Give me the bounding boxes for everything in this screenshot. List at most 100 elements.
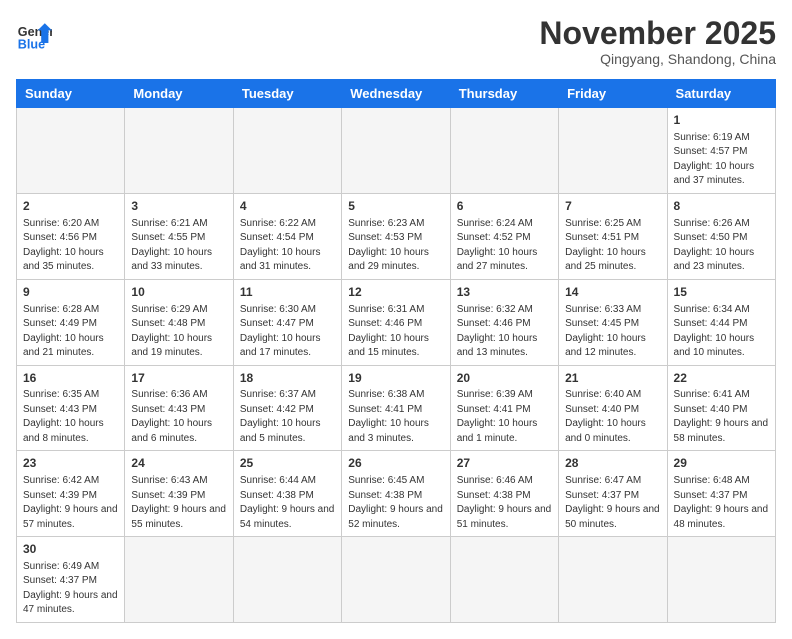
calendar-cell [450, 537, 558, 623]
day-number: 28 [565, 455, 660, 472]
calendar-cell: 29 Sunrise: 6:48 AM Sunset: 4:37 PM Dayli… [667, 451, 775, 537]
calendar-cell [17, 108, 125, 194]
calendar-cell [233, 108, 341, 194]
calendar-cell: 8Sunrise: 6:26 AM Sunset: 4:50 PM Daylig… [667, 193, 775, 279]
day-info: Sunrise: 6:38 AM Sunset: 4:41 PM Dayligh… [348, 388, 443, 446]
day-info: Sunrise: 6:37 AM Sunset: 4:42 PM Dayligh… [240, 388, 335, 446]
day-number: 7 [565, 198, 660, 215]
calendar-cell: 9Sunrise: 6:28 AM Sunset: 4:49 PM Daylig… [17, 279, 125, 365]
calendar-week-5: 23 Sunrise: 6:42 AM Sunset: 4:39 PM Dayli… [17, 451, 776, 537]
calendar-week-3: 9Sunrise: 6:28 AM Sunset: 4:49 PM Daylig… [17, 279, 776, 365]
day-number: 6 [457, 198, 552, 215]
day-number: 16 [23, 370, 118, 387]
day-info: Sunrise: 6:35 AM Sunset: 4:43 PM Dayligh… [23, 388, 118, 446]
calendar-cell: 16Sunrise: 6:35 AM Sunset: 4:43 PM Dayli… [17, 365, 125, 451]
calendar-cell: 7Sunrise: 6:25 AM Sunset: 4:51 PM Daylig… [559, 193, 667, 279]
calendar-cell [233, 537, 341, 623]
month-title: November 2025 [539, 16, 776, 51]
calendar-cell: 13 Sunrise: 6:32 AM Sunset: 4:46 PM Dayli… [450, 279, 558, 365]
day-number: 13 [457, 284, 552, 301]
day-info: Sunrise: 6:30 AM Sunset: 4:47 PM Dayligh… [240, 303, 335, 361]
day-info: Sunrise: 6:23 AM Sunset: 4:53 PM Dayligh… [348, 217, 443, 275]
day-number: 18 [240, 370, 335, 387]
page-header: General Blue November 2025 Qingyang, Sha… [16, 16, 776, 67]
day-number: 26 [348, 455, 443, 472]
weekday-header-thursday: Thursday [450, 80, 558, 108]
day-info: Sunrise: 6:34 AM Sunset: 4:44 PM Dayligh… [674, 303, 769, 361]
calendar-cell: 6 Sunrise: 6:24 AM Sunset: 4:52 PM Daylig… [450, 193, 558, 279]
calendar-cell: 26 Sunrise: 6:45 AM Sunset: 4:38 PM Dayli… [342, 451, 450, 537]
calendar-cell [125, 108, 233, 194]
day-number: 24 [131, 455, 226, 472]
weekday-header-saturday: Saturday [667, 80, 775, 108]
day-info: Sunrise: 6:47 AM Sunset: 4:37 PM Dayligh… [565, 474, 660, 532]
calendar-week-4: 16Sunrise: 6:35 AM Sunset: 4:43 PM Dayli… [17, 365, 776, 451]
day-number: 14 [565, 284, 660, 301]
day-number: 17 [131, 370, 226, 387]
weekday-header-monday: Monday [125, 80, 233, 108]
calendar-table: SundayMondayTuesdayWednesdayThursdayFrid… [16, 79, 776, 623]
calendar-cell: 27Sunrise: 6:46 AM Sunset: 4:38 PM Dayli… [450, 451, 558, 537]
calendar-cell: 23 Sunrise: 6:42 AM Sunset: 4:39 PM Dayli… [17, 451, 125, 537]
day-info: Sunrise: 6:49 AM Sunset: 4:37 PM Dayligh… [23, 560, 118, 618]
calendar-cell [342, 108, 450, 194]
day-number: 23 [23, 455, 118, 472]
weekday-header-tuesday: Tuesday [233, 80, 341, 108]
day-number: 20 [457, 370, 552, 387]
day-number: 27 [457, 455, 552, 472]
day-info: Sunrise: 6:42 AM Sunset: 4:39 PM Dayligh… [23, 474, 118, 532]
calendar-cell: 14 Sunrise: 6:33 AM Sunset: 4:45 PM Dayli… [559, 279, 667, 365]
calendar-cell: 19Sunrise: 6:38 AM Sunset: 4:41 PM Dayli… [342, 365, 450, 451]
calendar-cell: 1 Sunrise: 6:19 AM Sunset: 4:57 PM Daylig… [667, 108, 775, 194]
day-number: 19 [348, 370, 443, 387]
calendar-cell [450, 108, 558, 194]
day-info: Sunrise: 6:36 AM Sunset: 4:43 PM Dayligh… [131, 388, 226, 446]
day-number: 12 [348, 284, 443, 301]
day-info: Sunrise: 6:44 AM Sunset: 4:38 PM Dayligh… [240, 474, 335, 532]
day-number: 3 [131, 198, 226, 215]
calendar-cell: 30Sunrise: 6:49 AM Sunset: 4:37 PM Dayli… [17, 537, 125, 623]
weekday-header-sunday: Sunday [17, 80, 125, 108]
day-number: 8 [674, 198, 769, 215]
calendar-cell: 4 Sunrise: 6:22 AM Sunset: 4:54 PM Daylig… [233, 193, 341, 279]
calendar-cell [559, 537, 667, 623]
day-info: Sunrise: 6:32 AM Sunset: 4:46 PM Dayligh… [457, 303, 552, 361]
day-info: Sunrise: 6:48 AM Sunset: 4:37 PM Dayligh… [674, 474, 769, 532]
day-info: Sunrise: 6:33 AM Sunset: 4:45 PM Dayligh… [565, 303, 660, 361]
calendar-week-1: 1 Sunrise: 6:19 AM Sunset: 4:57 PM Daylig… [17, 108, 776, 194]
weekday-header-wednesday: Wednesday [342, 80, 450, 108]
weekday-header-friday: Friday [559, 80, 667, 108]
calendar-cell [125, 537, 233, 623]
title-block: November 2025 Qingyang, Shandong, China [539, 16, 776, 67]
day-number: 11 [240, 284, 335, 301]
calendar-cell: 20Sunrise: 6:39 AM Sunset: 4:41 PM Dayli… [450, 365, 558, 451]
calendar-cell: 18Sunrise: 6:37 AM Sunset: 4:42 PM Dayli… [233, 365, 341, 451]
calendar-cell: 17Sunrise: 6:36 AM Sunset: 4:43 PM Dayli… [125, 365, 233, 451]
calendar-cell: 12Sunrise: 6:31 AM Sunset: 4:46 PM Dayli… [342, 279, 450, 365]
calendar-week-2: 2Sunrise: 6:20 AM Sunset: 4:56 PM Daylig… [17, 193, 776, 279]
day-info: Sunrise: 6:22 AM Sunset: 4:54 PM Dayligh… [240, 217, 335, 275]
day-number: 1 [674, 112, 769, 129]
day-number: 22 [674, 370, 769, 387]
day-info: Sunrise: 6:40 AM Sunset: 4:40 PM Dayligh… [565, 388, 660, 446]
day-number: 29 [674, 455, 769, 472]
day-info: Sunrise: 6:39 AM Sunset: 4:41 PM Dayligh… [457, 388, 552, 446]
calendar-cell [667, 537, 775, 623]
calendar-cell: 21Sunrise: 6:40 AM Sunset: 4:40 PM Dayli… [559, 365, 667, 451]
logo-icon: General Blue [16, 16, 52, 52]
day-info: Sunrise: 6:24 AM Sunset: 4:52 PM Dayligh… [457, 217, 552, 275]
day-info: Sunrise: 6:28 AM Sunset: 4:49 PM Dayligh… [23, 303, 118, 361]
day-number: 4 [240, 198, 335, 215]
day-number: 25 [240, 455, 335, 472]
calendar-cell: 24 Sunrise: 6:43 AM Sunset: 4:39 PM Dayli… [125, 451, 233, 537]
calendar-cell: 25 Sunrise: 6:44 AM Sunset: 4:38 PM Dayli… [233, 451, 341, 537]
day-info: Sunrise: 6:43 AM Sunset: 4:39 PM Dayligh… [131, 474, 226, 532]
calendar-cell [342, 537, 450, 623]
day-info: Sunrise: 6:19 AM Sunset: 4:57 PM Dayligh… [674, 131, 769, 189]
day-info: Sunrise: 6:45 AM Sunset: 4:38 PM Dayligh… [348, 474, 443, 532]
calendar-cell: 2Sunrise: 6:20 AM Sunset: 4:56 PM Daylig… [17, 193, 125, 279]
logo: General Blue [16, 16, 52, 52]
weekday-header-row: SundayMondayTuesdayWednesdayThursdayFrid… [17, 80, 776, 108]
day-info: Sunrise: 6:41 AM Sunset: 4:40 PM Dayligh… [674, 388, 769, 446]
calendar-cell: 22Sunrise: 6:41 AM Sunset: 4:40 PM Dayli… [667, 365, 775, 451]
